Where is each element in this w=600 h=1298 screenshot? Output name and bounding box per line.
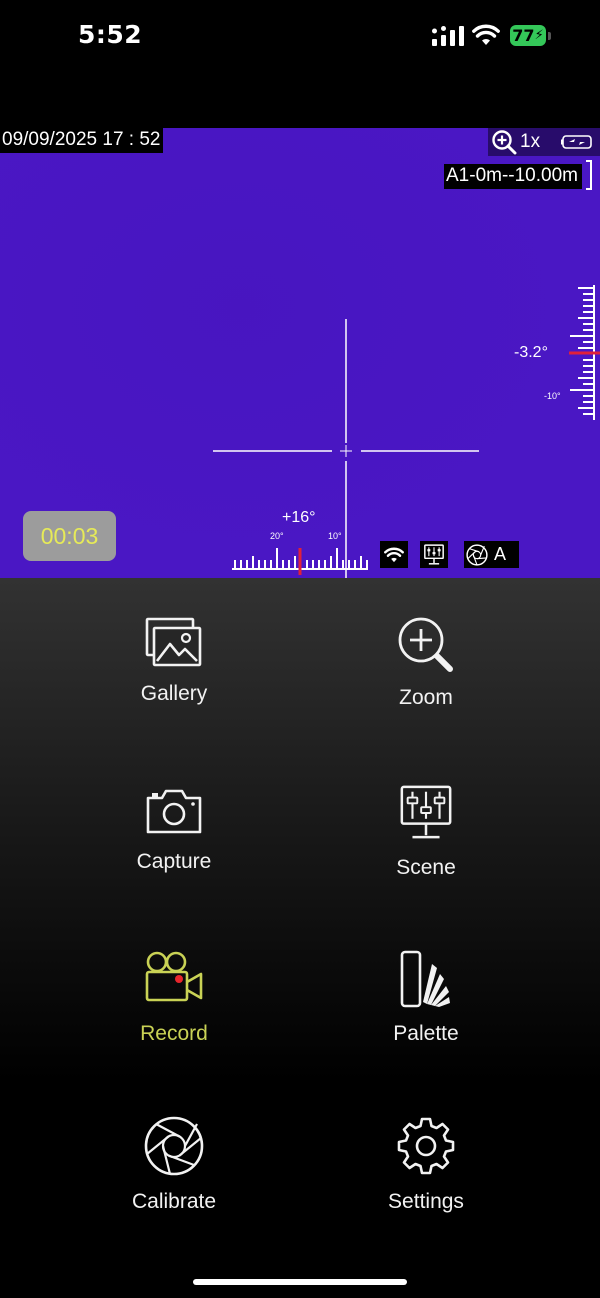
zoom-button[interactable]: Zoom	[326, 616, 526, 736]
scene-mode-indicator	[420, 541, 448, 568]
settings-label: Settings	[388, 1190, 464, 1213]
thermal-viewfinder[interactable]: 09/09/2025 17 : 52 1x A1-0m--10.00m -3.2…	[0, 128, 600, 578]
menu-panel: Gallery Zoom Capture Scene Record Palett…	[0, 578, 600, 1298]
wifi-icon	[472, 24, 500, 45]
status-bar: 5:52 77 ⚡	[0, 0, 600, 72]
record-button[interactable]: Record	[74, 950, 274, 1070]
gallery-icon	[145, 617, 202, 667]
gallery-button[interactable]: Gallery	[74, 616, 274, 736]
camera-icon	[146, 789, 202, 834]
aperture-icon	[466, 543, 488, 566]
zoom-label: Zoom	[399, 686, 453, 709]
signal-icon	[432, 26, 464, 46]
azimuth-tick-label: 10°	[328, 531, 342, 541]
wifi-icon	[384, 547, 404, 562]
calibrate-label: Calibrate	[131, 1190, 217, 1213]
scene-icon	[424, 543, 444, 565]
aperture-icon	[144, 1116, 204, 1176]
settings-button[interactable]: Settings	[326, 1116, 526, 1236]
zoom-icon	[398, 617, 453, 672]
battery-icon: 77 ⚡	[510, 25, 546, 46]
azimuth-value: +16°	[282, 509, 316, 526]
scene-button[interactable]: Scene	[326, 784, 526, 904]
battery-tip	[548, 32, 551, 40]
capture-label: Capture	[136, 850, 212, 873]
device-wifi-indicator	[380, 541, 408, 568]
palette-label: Palette	[393, 1022, 459, 1045]
mode-letter: A	[494, 544, 507, 564]
home-indicator[interactable]	[193, 1279, 407, 1285]
palette-button[interactable]: Palette	[326, 950, 526, 1070]
battery-level: 77	[512, 26, 535, 45]
palette-icon	[400, 950, 450, 1008]
scene-icon	[400, 785, 452, 839]
azimuth-tick-label: 20°	[270, 531, 284, 541]
elevation-scale-label: -10°	[544, 391, 561, 401]
calibrate-button[interactable]: Calibrate	[74, 1116, 274, 1236]
gallery-label: Gallery	[140, 682, 208, 705]
scene-label: Scene	[396, 856, 456, 879]
elevation-value: -3.2°	[514, 344, 548, 361]
recording-timer: 00:03	[23, 511, 116, 561]
capture-button[interactable]: Capture	[74, 786, 274, 906]
status-time: 5:52	[78, 20, 143, 49]
calibration-mode-indicator: A	[464, 541, 519, 568]
video-camera-icon	[145, 951, 203, 1002]
record-label: Record	[140, 1022, 208, 1045]
gear-icon	[397, 1117, 455, 1175]
